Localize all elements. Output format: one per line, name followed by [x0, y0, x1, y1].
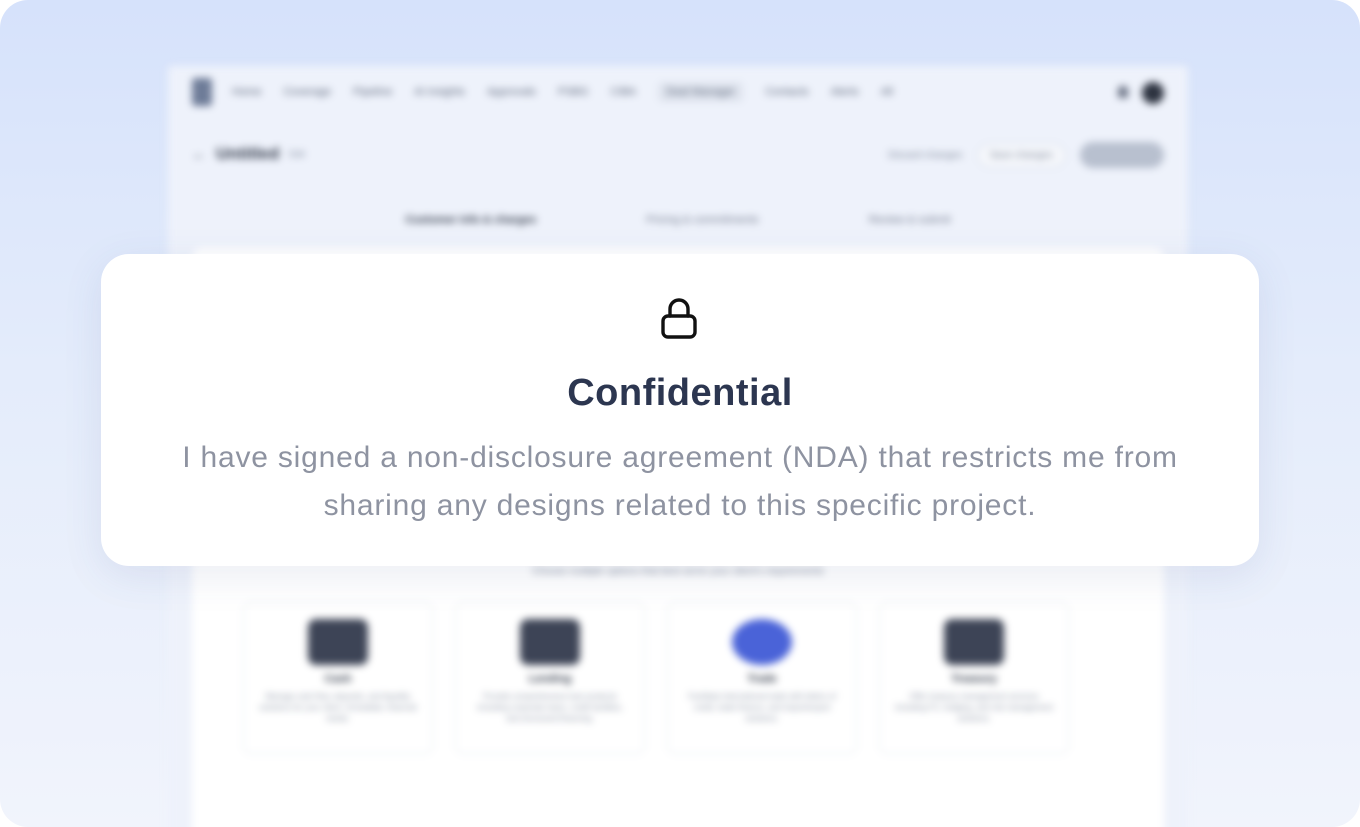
app-nav: Home Coverage Pipeline AI insights Appro…: [232, 66, 893, 118]
nav-item-active: Deal Manager: [658, 82, 744, 102]
card-desc: Offer treasury management services inclu…: [894, 692, 1054, 723]
nav-item: AI insights: [414, 86, 465, 98]
back-arrow-icon: ←: [192, 146, 206, 162]
nav-item: Coverage: [283, 86, 332, 98]
cash-illustration: [308, 619, 368, 665]
step-item: Pricing & commitments: [646, 214, 759, 226]
trade-illustration: [732, 619, 792, 665]
nav-item: Pipeline: [353, 86, 393, 98]
app-topbar: Home Coverage Pipeline AI insights Appro…: [168, 66, 1188, 118]
primary-button: [1080, 142, 1164, 168]
nav-item: Home: [232, 86, 262, 98]
notice-body: I have signed a non-disclosure agreement…: [101, 434, 1259, 530]
page-tag: Edit: [289, 149, 305, 159]
nav-item: Contacts: [765, 86, 809, 98]
card-desc: Provide comprehensive loan products incl…: [477, 692, 623, 723]
confidential-notice: Confidential I have signed a non-disclos…: [101, 254, 1259, 566]
nav-item: CIBA: [610, 86, 637, 98]
step-item: Customer info & charges: [405, 214, 537, 226]
nav-item: PSBG: [557, 86, 589, 98]
canvas: Home Coverage Pipeline AI insights Appro…: [0, 0, 1360, 827]
option-cards: Cash Manage cash flow, deposits, and liq…: [243, 602, 1069, 754]
page-title: Untitled: [216, 144, 280, 163]
nav-item: All: [880, 86, 893, 98]
card-name: Treasury: [951, 673, 997, 685]
card-name: Lending: [528, 673, 572, 685]
lending-illustration: [520, 619, 580, 665]
option-card: Lending Provide comprehensive loan produ…: [455, 602, 645, 754]
save-button: Save changes: [976, 142, 1066, 168]
header-actions: Discard changes Save changes: [888, 142, 1164, 168]
options-hint: Choose multiple options that best serve …: [532, 566, 824, 577]
notice-line: sharing any designs related to this spec…: [323, 489, 1037, 522]
option-card: Treasury Offer treasury management servi…: [879, 602, 1069, 754]
nav-item: Approvals: [486, 86, 536, 98]
notice-line: I have signed a non-disclosure agreement…: [182, 441, 1178, 474]
nav-item: Alerts: [830, 86, 859, 98]
lock-icon: [661, 298, 697, 339]
notice-title: Confidential: [567, 372, 793, 414]
title-row: ← Untitled Edit: [192, 144, 305, 164]
option-card: Cash Manage cash flow, deposits, and liq…: [243, 602, 433, 754]
step-item: Review & submit: [868, 214, 951, 226]
card-name: Trade: [747, 673, 777, 685]
card-name: Cash: [324, 673, 352, 685]
treasury-illustration: [944, 619, 1004, 665]
bell-icon: [1118, 86, 1128, 98]
option-card: Trade Facilitate international trade wit…: [667, 602, 857, 754]
card-desc: Facilitate international trade with lett…: [688, 692, 836, 723]
stepper: Customer info & charges Pricing & commit…: [168, 214, 1188, 226]
discard-button: Discard changes: [888, 149, 963, 161]
app-logo: [192, 78, 212, 106]
avatar: [1142, 82, 1164, 104]
card-desc: Manage cash flow, deposits, and liquidit…: [259, 692, 417, 723]
